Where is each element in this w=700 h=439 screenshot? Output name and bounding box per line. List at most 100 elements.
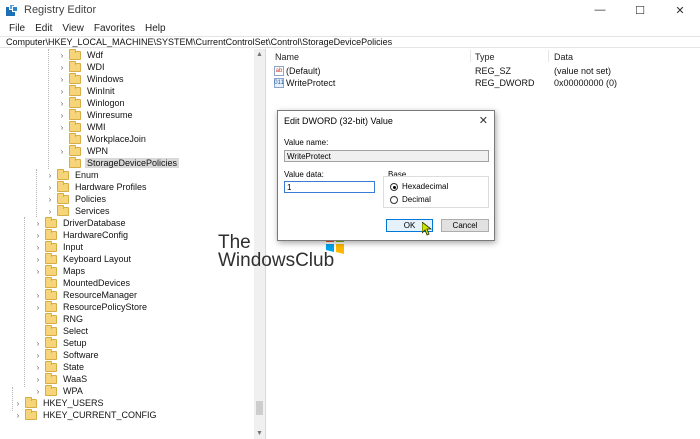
expand-arrow-icon[interactable]: › xyxy=(34,349,42,361)
decimal-radio[interactable] xyxy=(390,196,398,204)
expand-arrow-icon[interactable]: › xyxy=(34,229,42,241)
minimize-button[interactable]: — xyxy=(580,0,620,20)
tree-item-wdi[interactable]: › WDI xyxy=(58,60,107,73)
tree-item-policies[interactable]: › Policies xyxy=(46,192,108,205)
tree-item-label: HKEY_USERS xyxy=(43,398,104,408)
expand-arrow-icon[interactable]: › xyxy=(58,49,66,61)
folder-icon xyxy=(69,84,81,96)
expand-arrow-icon[interactable]: › xyxy=(14,409,22,421)
expand-arrow-icon[interactable]: › xyxy=(34,241,42,253)
scroll-thumb[interactable] xyxy=(256,401,263,415)
tree-item-label: WPN xyxy=(87,146,108,156)
tree-item-software[interactable]: › Software xyxy=(34,348,101,361)
close-button[interactable]: ✕ xyxy=(660,0,700,20)
tree-item-services[interactable]: › Services xyxy=(46,204,112,217)
expand-arrow-icon[interactable] xyxy=(34,277,42,289)
hexadecimal-radio[interactable] xyxy=(390,183,398,191)
hexadecimal-label[interactable]: Hexadecimal xyxy=(402,182,448,191)
expand-arrow-icon[interactable]: › xyxy=(34,265,42,277)
expand-arrow-icon[interactable] xyxy=(34,313,42,325)
expand-arrow-icon[interactable]: › xyxy=(34,301,42,313)
tree-item-setup[interactable]: › Setup xyxy=(34,336,89,349)
expand-arrow-icon[interactable]: › xyxy=(58,85,66,97)
tree-item-driverdatabase[interactable]: › DriverDatabase xyxy=(34,216,128,229)
tree-item-winlogon[interactable]: › Winlogon xyxy=(58,96,127,109)
expand-arrow-icon[interactable]: › xyxy=(58,61,66,73)
expand-arrow-icon[interactable]: › xyxy=(34,361,42,373)
value-row-writeprotect[interactable]: 011 WriteProtect REG_DWORD 0x00000000 (0… xyxy=(270,77,700,89)
cancel-button[interactable]: Cancel xyxy=(441,219,489,232)
tree-item-rng[interactable]: RNG xyxy=(34,312,85,325)
value-data-label: Value data: xyxy=(284,170,324,179)
expand-arrow-icon[interactable]: › xyxy=(34,253,42,265)
expand-arrow-icon[interactable]: › xyxy=(58,145,66,157)
column-header-name[interactable]: Name xyxy=(275,52,299,62)
column-header-type[interactable]: Type xyxy=(475,52,495,62)
menu-help[interactable]: Help xyxy=(140,23,171,34)
tree-item-hkey-current-config[interactable]: › HKEY_CURRENT_CONFIG xyxy=(14,408,159,421)
tree-item-workplacejoin[interactable]: WorkplaceJoin xyxy=(58,132,148,145)
expand-arrow-icon[interactable]: › xyxy=(58,73,66,85)
expand-arrow-icon[interactable]: › xyxy=(34,337,42,349)
tree-item-wpn[interactable]: › WPN xyxy=(58,144,110,157)
column-header-data[interactable]: Data xyxy=(554,52,573,62)
expand-arrow-icon[interactable]: › xyxy=(46,169,54,181)
value-data: (value not set) xyxy=(554,66,612,76)
tree-item-winresume[interactable]: › Winresume xyxy=(58,108,135,121)
tree-item-storagedevicepolicies[interactable]: StorageDevicePolicies xyxy=(58,156,180,169)
menu-view[interactable]: View xyxy=(57,23,89,34)
value-data-input[interactable]: 1 xyxy=(284,181,375,193)
tree-item-resourcepolicystore[interactable]: › ResourcePolicyStore xyxy=(34,300,149,313)
tree-item-hkey-users[interactable]: › HKEY_USERS xyxy=(14,396,106,409)
tree-item-hardware-profiles[interactable]: › Hardware Profiles xyxy=(46,180,149,193)
tree-item-label: Enum xyxy=(75,170,99,180)
tree-item-enum[interactable]: › Enum xyxy=(46,168,101,181)
value-row-default[interactable]: ab (Default) REG_SZ (value not set) xyxy=(270,65,700,77)
tree-item-mounteddevices[interactable]: MountedDevices xyxy=(34,276,132,289)
tree-item-wpa[interactable]: › WPA xyxy=(34,384,85,397)
expand-arrow-icon[interactable]: › xyxy=(46,193,54,205)
expand-arrow-icon[interactable]: › xyxy=(34,373,42,385)
tree-item-waas[interactable]: › WaaS xyxy=(34,372,89,385)
column-separator[interactable] xyxy=(470,50,471,62)
folder-icon xyxy=(45,336,57,348)
expand-arrow-icon[interactable] xyxy=(58,133,66,145)
expand-arrow-icon[interactable] xyxy=(58,157,66,169)
tree-item-wininit[interactable]: › WinInit xyxy=(58,84,117,97)
expand-arrow-icon[interactable]: › xyxy=(58,109,66,121)
tree-item-label: Windows xyxy=(87,74,124,84)
tree-item-maps[interactable]: › Maps xyxy=(34,264,87,277)
expand-arrow-icon[interactable]: › xyxy=(58,121,66,133)
menu-favorites[interactable]: Favorites xyxy=(89,23,140,34)
tree-guide-line xyxy=(12,387,13,411)
tree-item-wmi[interactable]: › WMI xyxy=(58,120,108,133)
address-bar[interactable]: Computer\HKEY_LOCAL_MACHINE\SYSTEM\Curre… xyxy=(0,36,700,48)
maximize-button[interactable]: ☐ xyxy=(620,0,660,20)
tree-item-select[interactable]: Select xyxy=(34,324,90,337)
scroll-down-arrow-icon[interactable]: ▼ xyxy=(254,428,265,439)
value-name-field[interactable]: WriteProtect xyxy=(284,150,489,162)
expand-arrow-icon[interactable]: › xyxy=(34,289,42,301)
tree-item-state[interactable]: › State xyxy=(34,360,86,373)
expand-arrow-icon[interactable]: › xyxy=(34,385,42,397)
expand-arrow-icon[interactable]: › xyxy=(46,205,54,217)
tree-item-label: Setup xyxy=(63,338,87,348)
scroll-up-arrow-icon[interactable]: ▲ xyxy=(254,49,265,60)
tree-item-hardwareconfig[interactable]: › HardwareConfig xyxy=(34,228,130,241)
column-separator[interactable] xyxy=(548,50,549,62)
menu-edit[interactable]: Edit xyxy=(30,23,57,34)
tree-guide-line xyxy=(24,217,25,387)
tree-item-wdf[interactable]: › Wdf xyxy=(58,49,105,61)
tree-item-resourcemanager[interactable]: › ResourceManager xyxy=(34,288,139,301)
expand-arrow-icon[interactable]: › xyxy=(58,97,66,109)
tree-item-keyboard-layout[interactable]: › Keyboard Layout xyxy=(34,252,133,265)
menu-file[interactable]: File xyxy=(4,23,30,34)
decimal-label[interactable]: Decimal xyxy=(402,195,431,204)
expand-arrow-icon[interactable]: › xyxy=(34,217,42,229)
expand-arrow-icon[interactable]: › xyxy=(46,181,54,193)
expand-arrow-icon[interactable]: › xyxy=(14,397,22,409)
expand-arrow-icon[interactable] xyxy=(34,325,42,337)
tree-item-input[interactable]: › Input xyxy=(34,240,85,253)
tree-item-windows[interactable]: › Windows xyxy=(58,72,126,85)
dialog-close-button[interactable]: ✕ xyxy=(479,114,488,127)
